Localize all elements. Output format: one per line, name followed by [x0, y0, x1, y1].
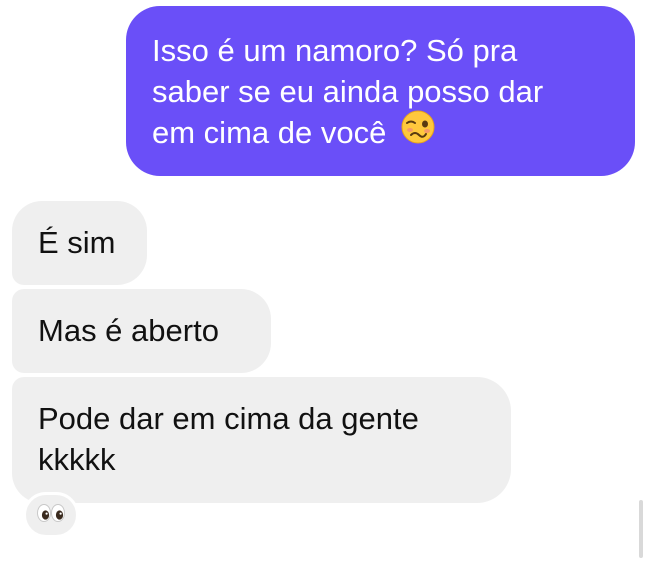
message-text-line: Isso é um namoro? Só pra [152, 33, 518, 68]
message-text-line: kkkkk [38, 442, 116, 477]
received-message-bubble[interactable]: Mas é aberto [12, 289, 271, 373]
message-text-line: em cima de você [152, 115, 387, 150]
message-text-line: Mas é aberto [38, 313, 219, 348]
scroll-indicator[interactable] [639, 500, 643, 558]
woozy-face-icon [401, 110, 435, 154]
sent-message-bubble[interactable]: Isso é um namoro? Só pra saber se eu ain… [126, 6, 635, 176]
reaction-badge[interactable] [23, 492, 79, 538]
message-text-line: Pode dar em cima da gente [38, 401, 419, 436]
received-message-bubble[interactable]: Pode dar em cima da gente kkkkk [12, 377, 511, 503]
message-text-line: saber se eu ainda posso dar [152, 74, 544, 109]
message-text-line-wrapper: em cima de você [152, 110, 609, 154]
eyes-icon [36, 503, 66, 528]
received-message-bubble[interactable]: É sim [12, 201, 147, 285]
message-text-line: É sim [38, 225, 116, 260]
